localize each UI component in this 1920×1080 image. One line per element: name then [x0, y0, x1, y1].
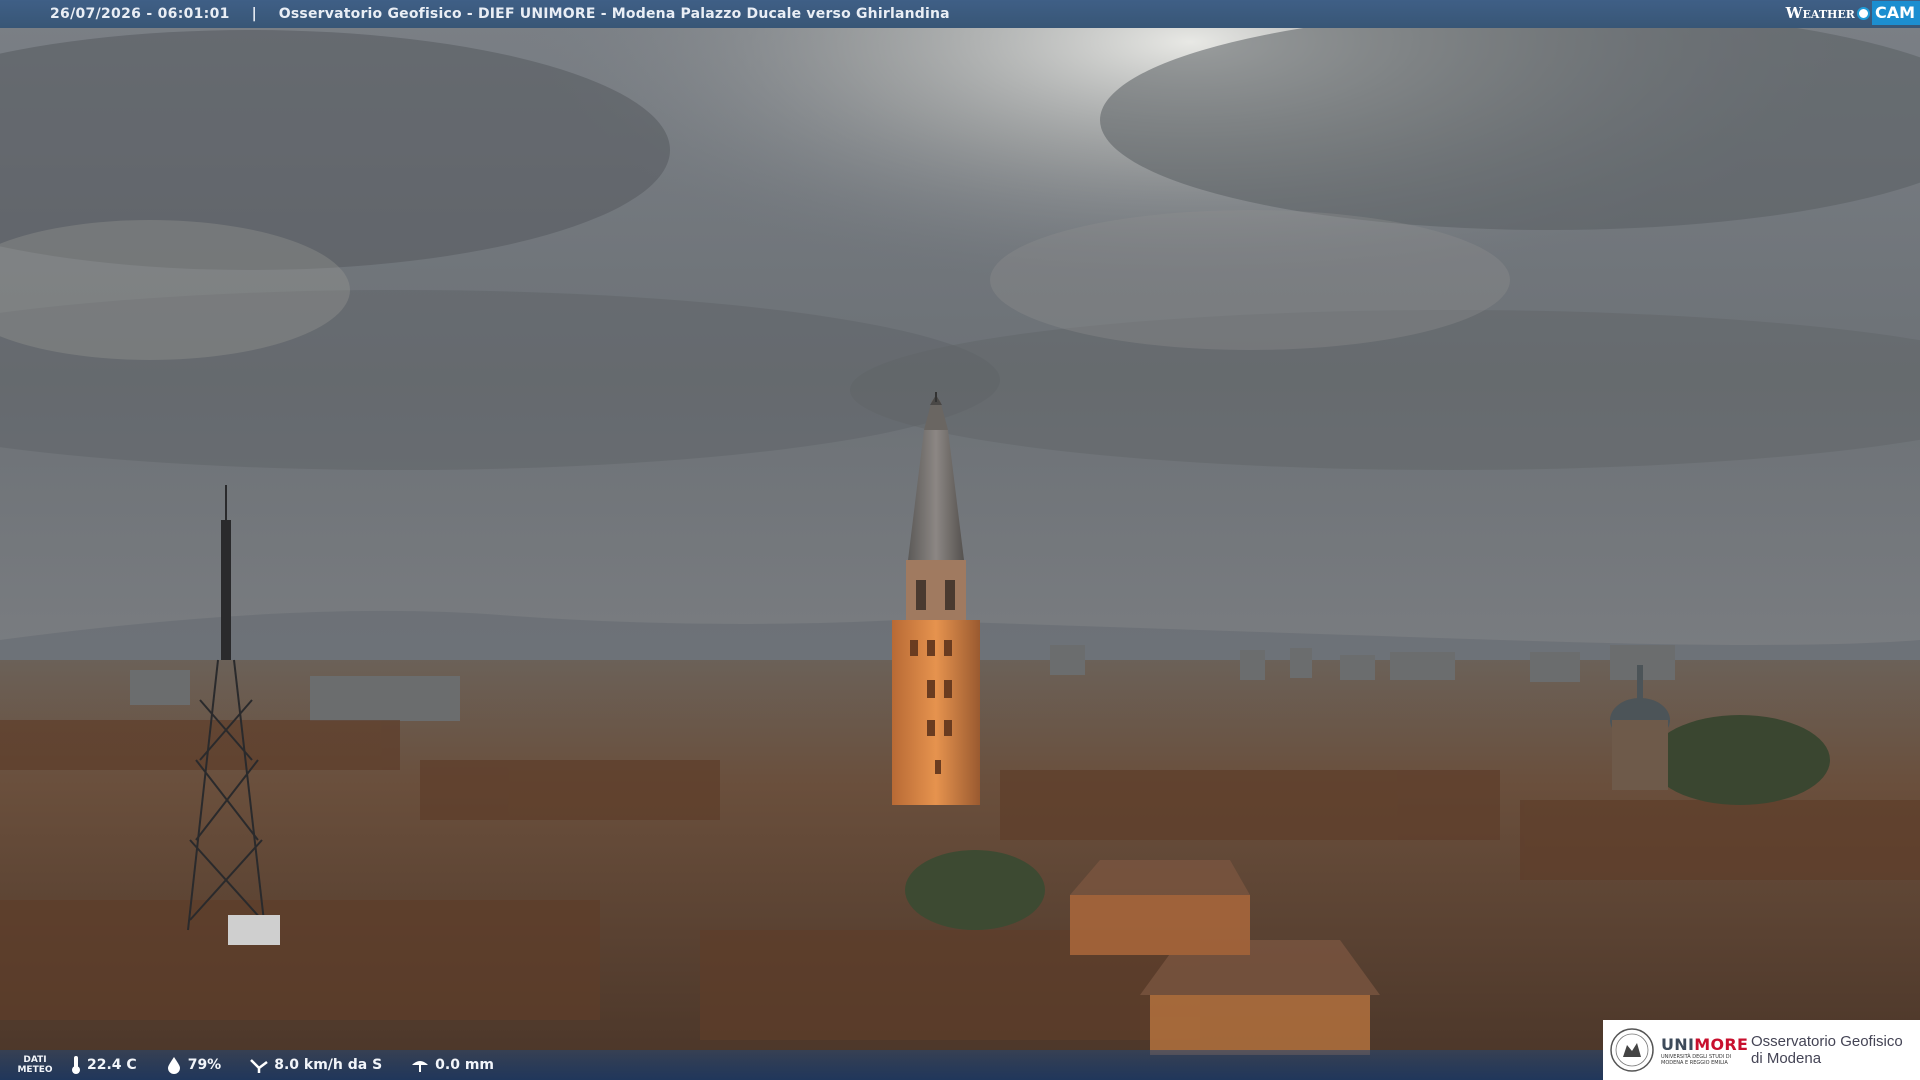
- uni-prefix: UNI: [1661, 1034, 1695, 1054]
- university-seal-icon: [1610, 1028, 1654, 1072]
- wind-icon: [250, 1059, 268, 1073]
- humidity-value: 79%: [187, 1057, 222, 1073]
- rain-value: 0.0 mm: [435, 1057, 495, 1073]
- wind-reading: 8.0 km/h da S: [249, 1056, 382, 1074]
- weathercam-logo-text: Weather: [1785, 4, 1855, 22]
- uni-subtitle: UNIVERSITÀ DEGLI STUDI DI MODENA E REGGI…: [1661, 1053, 1732, 1066]
- humidity-drop-icon: [167, 1057, 180, 1074]
- timestamp: 26/07/2026 - 06:01:01: [50, 6, 230, 22]
- camera-title: Osservatorio Geofisico - DIEF UNIMORE - …: [278, 6, 950, 22]
- weathercam-dot-icon: [1856, 6, 1870, 20]
- caption-bar: 26/07/2026 - 06:01:01 | Osservatorio Geo…: [0, 0, 1920, 28]
- humidity-reading: 79%: [165, 1056, 222, 1074]
- weathercam-cam-label: CAM: [1871, 1, 1920, 25]
- temperature-value: 22.4 C: [87, 1057, 137, 1073]
- unimore-logo-box: UNIMORE UNIVERSITÀ DEGLI STUDI DI MODENA…: [1603, 1020, 1920, 1080]
- wind-value: 8.0 km/h da S: [274, 1057, 383, 1073]
- thermometer-icon: [72, 1056, 80, 1074]
- rain-icon: [412, 1061, 429, 1072]
- unimore-wordmark: UNIMORE UNIVERSITÀ DEGLI STUDI DI MODENA…: [1661, 1034, 1748, 1066]
- weathercam-logo: Weather CAM: [1786, 0, 1920, 26]
- observatory-name: Osservatorio Geofisico di Modena: [1751, 1033, 1903, 1067]
- temperature-reading: 22.4 C: [70, 1055, 137, 1075]
- weather-data-label: DATI METEO: [17, 1055, 53, 1075]
- webcam-image: [0, 0, 1920, 1080]
- rain-reading: 0.0 mm: [410, 1056, 494, 1074]
- caption-separator: |: [251, 6, 257, 22]
- uni-suffix: MORE: [1694, 1034, 1749, 1054]
